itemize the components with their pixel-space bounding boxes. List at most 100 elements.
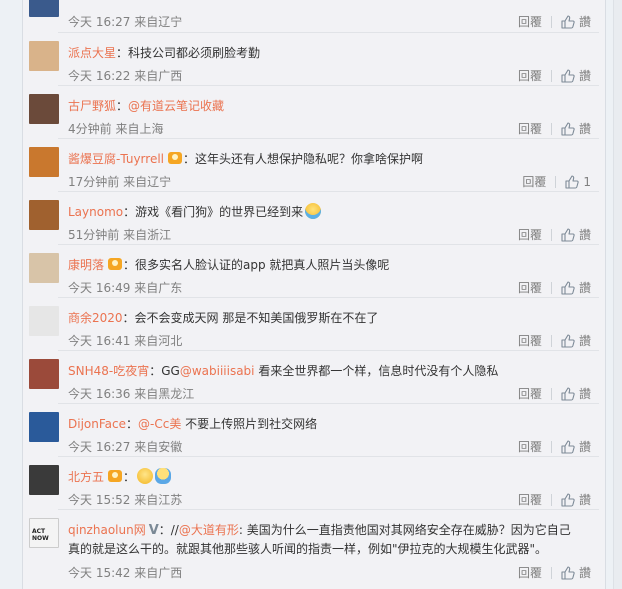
reply-button[interactable]: 回覆 [518, 332, 542, 349]
like-count: 讚 [578, 281, 591, 295]
comment-item: 派点大星：科技公司都必须刷脸考勤 今天 16:22 来自广西 回覆 讚 [23, 32, 605, 85]
comment-text: 康明落 ：很多实名人脸认证的app 就把真人照片当头像呢 [68, 256, 389, 273]
avatar[interactable] [29, 253, 59, 283]
like-button[interactable]: 讚 [561, 67, 591, 86]
comment-username[interactable]: 古尸野狐 [68, 99, 116, 113]
comment-username[interactable]: SNH48-吃夜宵 [68, 364, 149, 378]
comment-divider [58, 138, 599, 139]
comment-text: 古尸野狐：@有道云笔记收藏 [68, 97, 224, 114]
avatar[interactable] [29, 359, 59, 389]
comment-item: 酱爆豆腐-Tuyrrell ：这年头还有人想保护隐私呢？你拿啥保护啊 17分钟前 来… [23, 138, 605, 191]
like-button[interactable]: 讚 [561, 438, 591, 457]
comment-username[interactable]: 派点大星 [68, 46, 116, 60]
reply-button[interactable]: 回覆 [518, 279, 542, 296]
comment-text: 派点大星：科技公司都必须刷脸考勤 [68, 44, 260, 61]
comment-body: ： [116, 99, 129, 113]
reply-button[interactable]: 回覆 [518, 120, 542, 137]
avatar[interactable] [29, 200, 59, 230]
comment-actions: 回覆 讚 [518, 385, 591, 404]
comment-body: ：// [158, 523, 179, 537]
avatar[interactable] [29, 465, 59, 495]
emoji-hug-icon [155, 468, 172, 484]
mention-link[interactable]: @大道有形 [179, 523, 239, 537]
avatar[interactable] [29, 94, 59, 124]
comment-divider [58, 456, 599, 457]
mention-link[interactable]: @有道云笔记收藏 [128, 99, 224, 113]
comment-text: SNH48-吃夜宵：GG@wabiiiisabi 看来全世界都一个样，信息时代没… [68, 362, 498, 379]
like-button[interactable]: 讚 [561, 332, 591, 351]
comment-body: ：很多实名人脸认证的app 就把真人照片当头像呢 [123, 258, 390, 272]
thumbs-up-icon [561, 122, 575, 139]
comment-body: 看来全世界都一个样，信息时代没有个人隐私 [254, 364, 499, 378]
comment-username[interactable]: DijonFace [68, 417, 126, 431]
avatar[interactable]: ACT NOW [29, 518, 59, 548]
scrollbar[interactable] [613, 0, 622, 589]
action-divider [550, 388, 552, 400]
comment-meta: 今天 16:36 来自黑龙江 [68, 387, 195, 401]
comment-meta: 今天 16:27 来自辽宁 [68, 15, 183, 29]
comment-text: 酱爆豆腐-Tuyrrell ：这年头还有人想保护隐私呢？你拿啥保护啊 [68, 150, 423, 167]
like-button[interactable]: 讚 [561, 120, 591, 139]
avatar[interactable] [29, 147, 59, 177]
comment-divider [58, 509, 599, 510]
comment-body: : 美国为什么一直指责他国对其网络安全存在威胁？因为它自己 [238, 523, 571, 537]
thumbs-up-icon [561, 493, 575, 510]
comment-username[interactable]: 康明落 [68, 258, 104, 272]
comment-divider [58, 32, 599, 33]
like-button[interactable]: 讚 [561, 279, 591, 298]
like-count: 讚 [578, 122, 591, 136]
emoji-laugh-icon [305, 203, 322, 219]
comment-text: 北方五 ： [68, 468, 172, 485]
reply-button[interactable]: 回覆 [518, 438, 542, 455]
comment-item: Laynomo：游戏《看门狗》的世界已经到来 51分钟前 来自浙江 回覆 讚 [23, 191, 605, 244]
reply-button[interactable]: 回覆 [518, 13, 542, 30]
comment-divider [58, 403, 599, 404]
comment-actions: 回覆 讚 [518, 564, 591, 583]
reply-button[interactable]: 回覆 [518, 385, 542, 402]
like-button[interactable]: 讚 [561, 226, 591, 245]
comment-text-continued: 真的就是这么干的。就跟其他那些骇人听闻的指责一样，例如"伊拉克的大规模生化武器"… [68, 540, 547, 557]
mention-link[interactable]: @-Cc美 [138, 417, 181, 431]
like-count: 讚 [578, 15, 591, 29]
comment-divider [58, 85, 599, 86]
comment-username[interactable]: Laynomo [68, 205, 123, 219]
like-button[interactable]: 1 [565, 175, 591, 192]
thumbs-up-icon [561, 69, 575, 86]
comment-actions: 回覆 讚 [518, 120, 591, 139]
comment-username[interactable]: 酱爆豆腐-Tuyrrell [68, 152, 164, 166]
comment-username[interactable]: 北方五 [68, 470, 104, 484]
like-button[interactable]: 讚 [561, 564, 591, 583]
thumbs-up-icon [561, 387, 575, 404]
like-count: 讚 [578, 334, 591, 348]
comment-body: 不要上传照片到社交网络 [181, 417, 318, 431]
comment-username[interactable]: qinzhaolun网 [68, 523, 146, 537]
like-button[interactable]: 讚 [561, 13, 591, 32]
comment-meta: 今天 16:41 来自河北 [68, 334, 183, 348]
avatar[interactable] [29, 412, 59, 442]
comment-body: 真的就是这么干的。就跟其他那些骇人听闻的指责一样，例如"伊拉克的大规模生化武器"… [68, 542, 548, 556]
comment-body: ： [126, 417, 139, 431]
avatar[interactable] [29, 0, 59, 17]
comment-item: 古尸野狐：@有道云笔记收藏 4分钟前 来自上海 回覆 讚 [23, 85, 605, 138]
comment-text: qinzhaolun网 V：//@大道有形: 美国为什么一直指责他国对其网络安全存… [68, 521, 571, 538]
comment-item: DijonFace：@-Cc美 不要上传照片到社交网络 今天 16:27 来自安徽… [23, 403, 605, 456]
like-button[interactable]: 讚 [561, 385, 591, 404]
emoji-smile-icon [137, 468, 154, 484]
mention-link[interactable]: @wabiiiisabi [180, 364, 255, 378]
reply-button[interactable]: 回覆 [518, 67, 542, 84]
comment-actions: 回覆 讚 [518, 13, 591, 32]
reply-button[interactable]: 回覆 [518, 491, 542, 508]
reply-button[interactable]: 回覆 [518, 564, 542, 581]
reply-button[interactable]: 回覆 [518, 226, 542, 243]
action-divider [550, 16, 552, 28]
like-button[interactable]: 讚 [561, 491, 591, 510]
thumbs-up-icon [561, 15, 575, 32]
avatar[interactable] [29, 306, 59, 336]
comment-panel: 今天 16:27 来自辽宁 回覆讚派点大星：科技公司都必须刷脸考勤 今天 16:22… [22, 0, 606, 589]
reply-button[interactable]: 回覆 [522, 173, 546, 190]
comment-text: DijonFace：@-Cc美 不要上传照片到社交网络 [68, 415, 317, 432]
avatar[interactable] [29, 41, 59, 71]
comment-username[interactable]: 商余2020 [68, 311, 123, 325]
comment-body: ： [123, 470, 136, 484]
comment-actions: 回覆 讚 [518, 279, 591, 298]
